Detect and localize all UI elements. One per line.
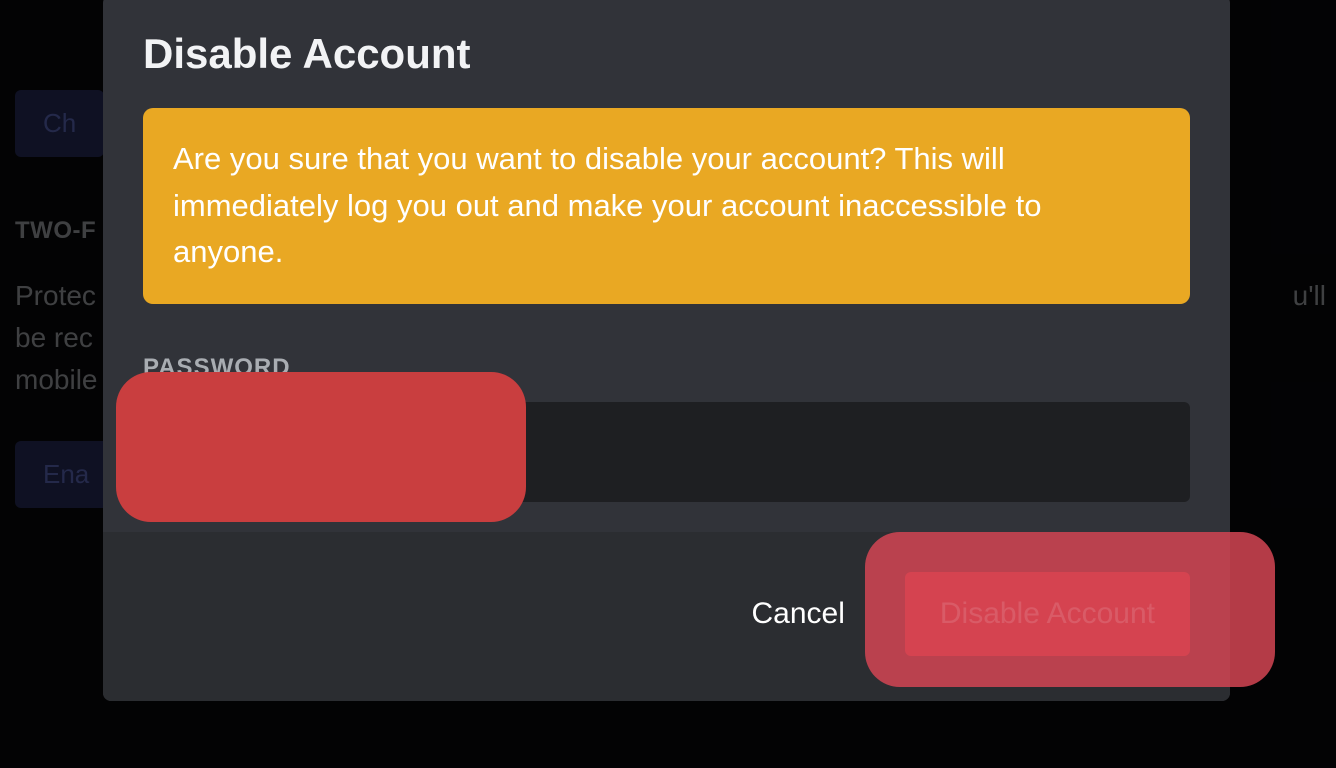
modal-body: Are you sure that you want to disable yo… [103, 108, 1230, 532]
password-input-wrapper [143, 402, 1190, 502]
modal-title: Disable Account [143, 30, 1190, 78]
redaction-highlight-disable [865, 532, 1275, 687]
disable-button-wrapper: Disable Account [905, 572, 1190, 656]
warning-message: Are you sure that you want to disable yo… [143, 108, 1190, 304]
modal-header: Disable Account [103, 0, 1230, 108]
modal-footer: Cancel Disable Account [103, 532, 1230, 701]
cancel-button[interactable]: Cancel [731, 587, 864, 641]
redaction-highlight-password [116, 372, 526, 522]
disable-account-modal: Disable Account Are you sure that you wa… [103, 0, 1230, 701]
